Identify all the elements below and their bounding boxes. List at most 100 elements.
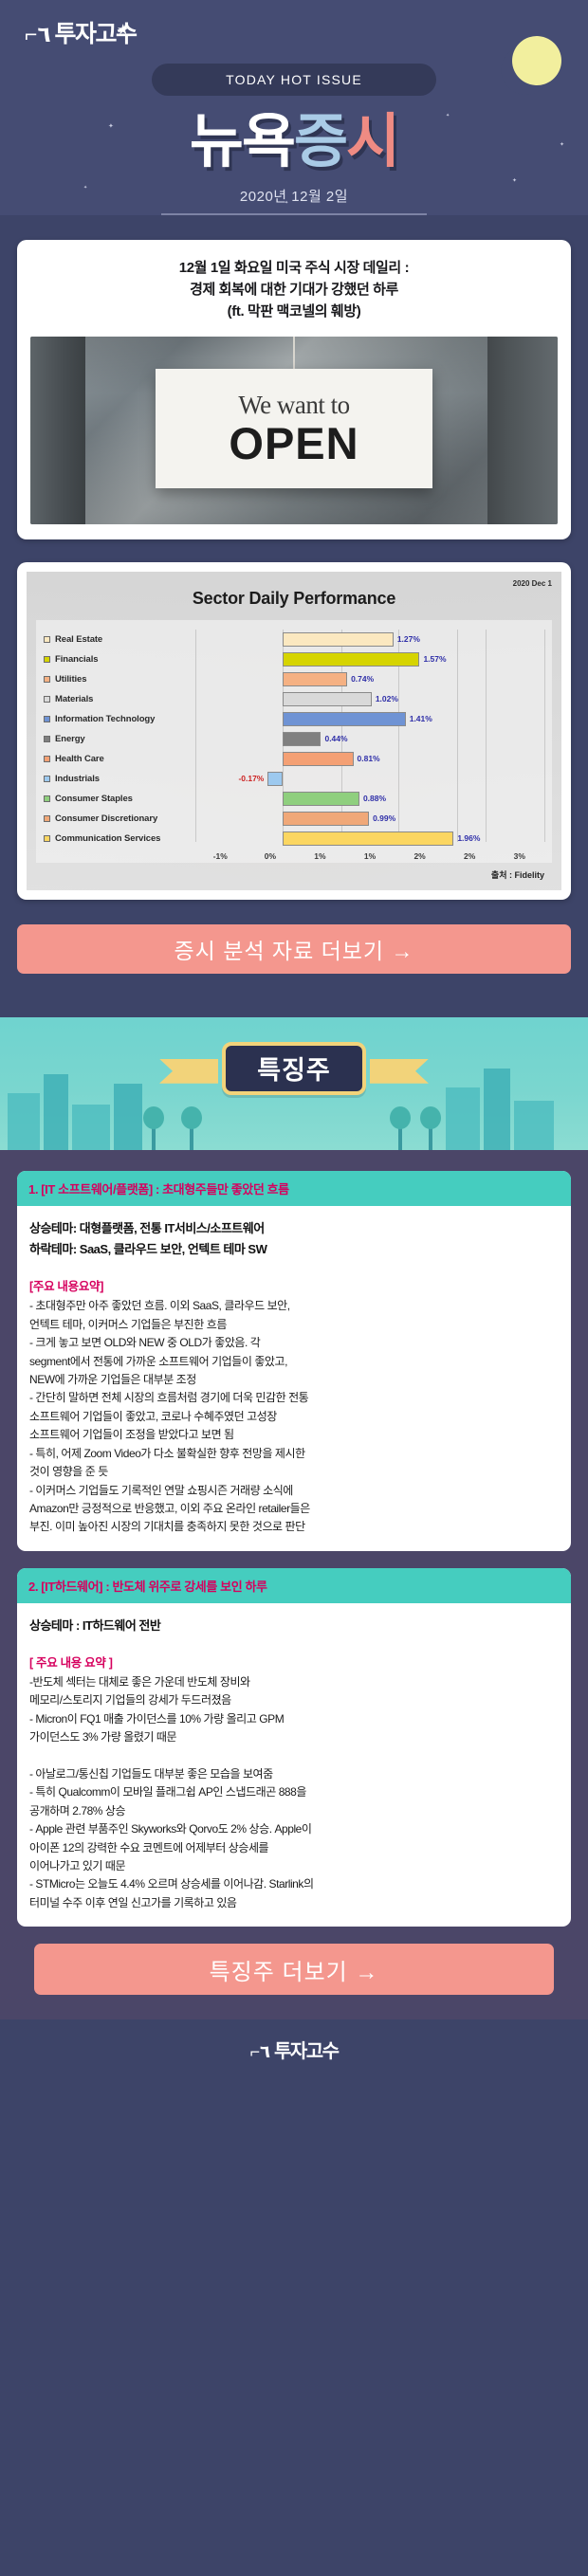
chart-bar-row: Health Care 0.81% bbox=[44, 749, 544, 769]
chart-value-label: 1.41% bbox=[409, 713, 432, 723]
chart-legend-entry: Health Care bbox=[44, 754, 195, 764]
building-shape bbox=[44, 1073, 68, 1150]
summary-heading: [주요 내용요약] bbox=[29, 1280, 104, 1294]
axis-tick-label: 2% bbox=[413, 850, 426, 861]
chart-legend-entry: Energy bbox=[44, 734, 195, 744]
tree-icon bbox=[143, 1105, 164, 1150]
chart-bar-track: 1.57% bbox=[195, 649, 544, 669]
theme-up: 상승테마 : IT하드웨어 전반 bbox=[29, 1617, 161, 1633]
theme-down: 하락테마: SaaS, 클라우드 보안, 언텍트 테마 SW bbox=[29, 1242, 267, 1257]
summary-heading: [ 주요 내용 요약 ] bbox=[29, 1655, 113, 1670]
section-heading: 1. [IT 소프트웨어/플랫폼] : 초대형주들만 좋았던 흐름 bbox=[17, 1170, 571, 1206]
article-title: 12월 1일 화요일 미국 주식 시장 데일리 : 경제 회복에 대한 기대가 … bbox=[30, 257, 558, 323]
chart-bar bbox=[283, 831, 454, 846]
sign-string bbox=[293, 336, 295, 371]
ribbon-left bbox=[159, 1058, 218, 1084]
article-photo: We want to OPEN bbox=[30, 336, 558, 524]
chart-value-label: 1.57% bbox=[423, 653, 447, 664]
legend-swatch-icon bbox=[44, 775, 50, 782]
section-body: 상승테마: 대형플랫폼, 전통 IT서비스/소프트웨어 하락테마: SaaS, 클… bbox=[17, 1206, 571, 1551]
chart-bar-row: Real Estate 1.27% bbox=[44, 630, 544, 649]
building-shape bbox=[8, 1092, 40, 1150]
chart-card[interactable]: 2020 Dec 1 Sector Daily Performance Real… bbox=[17, 561, 571, 900]
chart-bar-track: 0.88% bbox=[195, 789, 544, 809]
legend-label: Materials bbox=[55, 693, 94, 704]
chart-bar-row: Financials 1.57% bbox=[44, 649, 544, 669]
article-title-line2: 경제 회복에 대한 기대가 강했던 하루 bbox=[190, 282, 398, 299]
legend-label: Health Care bbox=[55, 753, 104, 764]
issue-date: 2020년 12월 2일 bbox=[239, 188, 349, 205]
footer-brand-name: 투자고수 bbox=[273, 2041, 340, 2063]
chart-x-axis: -1% 0% 1% 1% 2% 2% 3% bbox=[195, 849, 544, 861]
chart-legend-entry: Financials bbox=[44, 654, 195, 665]
more-analysis-button[interactable]: 증시 분석 자료 더보기 → bbox=[17, 923, 571, 974]
chart-bar-track: 0.74% bbox=[195, 669, 544, 689]
chart-bar-row: Utilities 0.74% bbox=[44, 669, 544, 689]
chart-bar-row: Industrials -0.17% bbox=[44, 769, 544, 789]
legend-swatch-icon bbox=[44, 795, 50, 802]
chart-bar-track: 0.81% bbox=[195, 749, 544, 769]
tree-icon bbox=[181, 1105, 202, 1150]
star-icon: ✦ bbox=[560, 142, 565, 148]
theme-lines: 상승테마: 대형플랫폼, 전통 IT서비스/소프트웨어 하락테마: SaaS, 클… bbox=[29, 1218, 559, 1262]
star-icon: ✦ bbox=[512, 178, 518, 184]
chart-bar bbox=[283, 791, 359, 806]
chart-bar-row: Materials 1.02% bbox=[44, 689, 544, 709]
tree-icon bbox=[390, 1105, 411, 1150]
building-shape bbox=[514, 1100, 554, 1150]
hero-section: ⌐٦ 투자고수 ★ ✦ ✦ ✦ ✦ ✦ ✦ TODAY HOT ISSUE 뉴욕… bbox=[0, 0, 588, 215]
chart-bar-track: 0.99% bbox=[195, 809, 544, 829]
brand-header: ⌐٦ 투자고수 bbox=[0, 13, 588, 46]
ribbon-right bbox=[370, 1059, 429, 1084]
hot-issue-label: TODAY HOT ISSUE bbox=[226, 72, 362, 87]
chart-value-label: -0.17% bbox=[238, 773, 265, 783]
chart-bar bbox=[283, 711, 406, 726]
chart-value-label: 1.27% bbox=[396, 633, 420, 644]
chart-bar bbox=[283, 751, 354, 766]
chart-legend-entry: Information Technology bbox=[44, 714, 195, 724]
chart-value-label: 0.44% bbox=[324, 733, 348, 743]
chart-value-label: 0.88% bbox=[362, 793, 387, 803]
article-card[interactable]: 12월 1일 화요일 미국 주식 시장 데일리 : 경제 회복에 대한 기대가 … bbox=[17, 239, 571, 539]
star-icon: ★ bbox=[117, 22, 130, 38]
chart-value-label: 0.74% bbox=[351, 673, 375, 684]
chart-value-label: 1.02% bbox=[375, 693, 398, 703]
star-icon: ✦ bbox=[83, 185, 88, 191]
more-analysis-label: 증시 분석 자료 더보기 → bbox=[174, 938, 414, 963]
featured-stocks-label: 특징주 bbox=[257, 1056, 331, 1086]
chart-bar bbox=[283, 811, 370, 826]
building-shape bbox=[72, 1104, 110, 1150]
legend-label: Consumer Staples bbox=[55, 793, 133, 804]
chart-bar-track: 0.44% bbox=[195, 729, 544, 749]
summary-body: - 초대형주만 아주 좋았던 흐름. 이외 SaaS, 클라우드 보안, 언텍트… bbox=[29, 1299, 310, 1534]
tree-icon bbox=[420, 1105, 441, 1150]
building-shape bbox=[446, 1087, 480, 1150]
logo-mark-icon: ⌐٦ bbox=[249, 2042, 270, 2062]
footer: ⌐٦ 투자고수 bbox=[0, 2019, 588, 2087]
star-icon: ✦ bbox=[285, 200, 289, 206]
page-title-part2: 증 bbox=[294, 109, 348, 174]
chart-source: 출처 : Fidelity bbox=[490, 869, 544, 880]
featured-stocks-badge: 특징주 bbox=[222, 1041, 366, 1095]
newsletter-page: ⌐٦ 투자고수 ★ ✦ ✦ ✦ ✦ ✦ ✦ TODAY HOT ISSUE 뉴욕… bbox=[0, 0, 588, 2087]
axis-tick-label: 1% bbox=[314, 850, 326, 861]
legend-label: Industrials bbox=[55, 773, 100, 784]
sections-list: 1. [IT 소프트웨어/플랫폼] : 초대형주들만 좋았던 흐름상승테마: 대… bbox=[17, 1170, 571, 1927]
axis-tick-label: 2% bbox=[464, 850, 476, 861]
more-featured-button[interactable]: 특징주 더보기 → bbox=[34, 1944, 554, 1996]
chart-bar-track: 1.96% bbox=[195, 829, 544, 849]
legend-swatch-icon bbox=[44, 715, 50, 722]
legend-label: Communication Services bbox=[55, 832, 161, 844]
chart-bar-row: Energy 0.44% bbox=[44, 729, 544, 749]
legend-swatch-icon bbox=[44, 834, 50, 842]
chart-bar bbox=[283, 631, 394, 647]
star-icon: ✦ bbox=[446, 113, 450, 119]
building-shape bbox=[114, 1083, 142, 1150]
section-heading: 2. [IT하드웨어] : 반도체 위주로 강세를 보인 하루 bbox=[17, 1567, 571, 1603]
chart-value-label: 0.99% bbox=[373, 813, 396, 823]
axis-tick-label: 0% bbox=[264, 850, 277, 861]
logo-mark-icon: ⌐٦ bbox=[25, 22, 52, 46]
legend-label: Consumer Discretionary bbox=[55, 813, 158, 824]
legend-swatch-icon bbox=[44, 755, 50, 762]
sign-line1: We want to bbox=[238, 390, 350, 419]
